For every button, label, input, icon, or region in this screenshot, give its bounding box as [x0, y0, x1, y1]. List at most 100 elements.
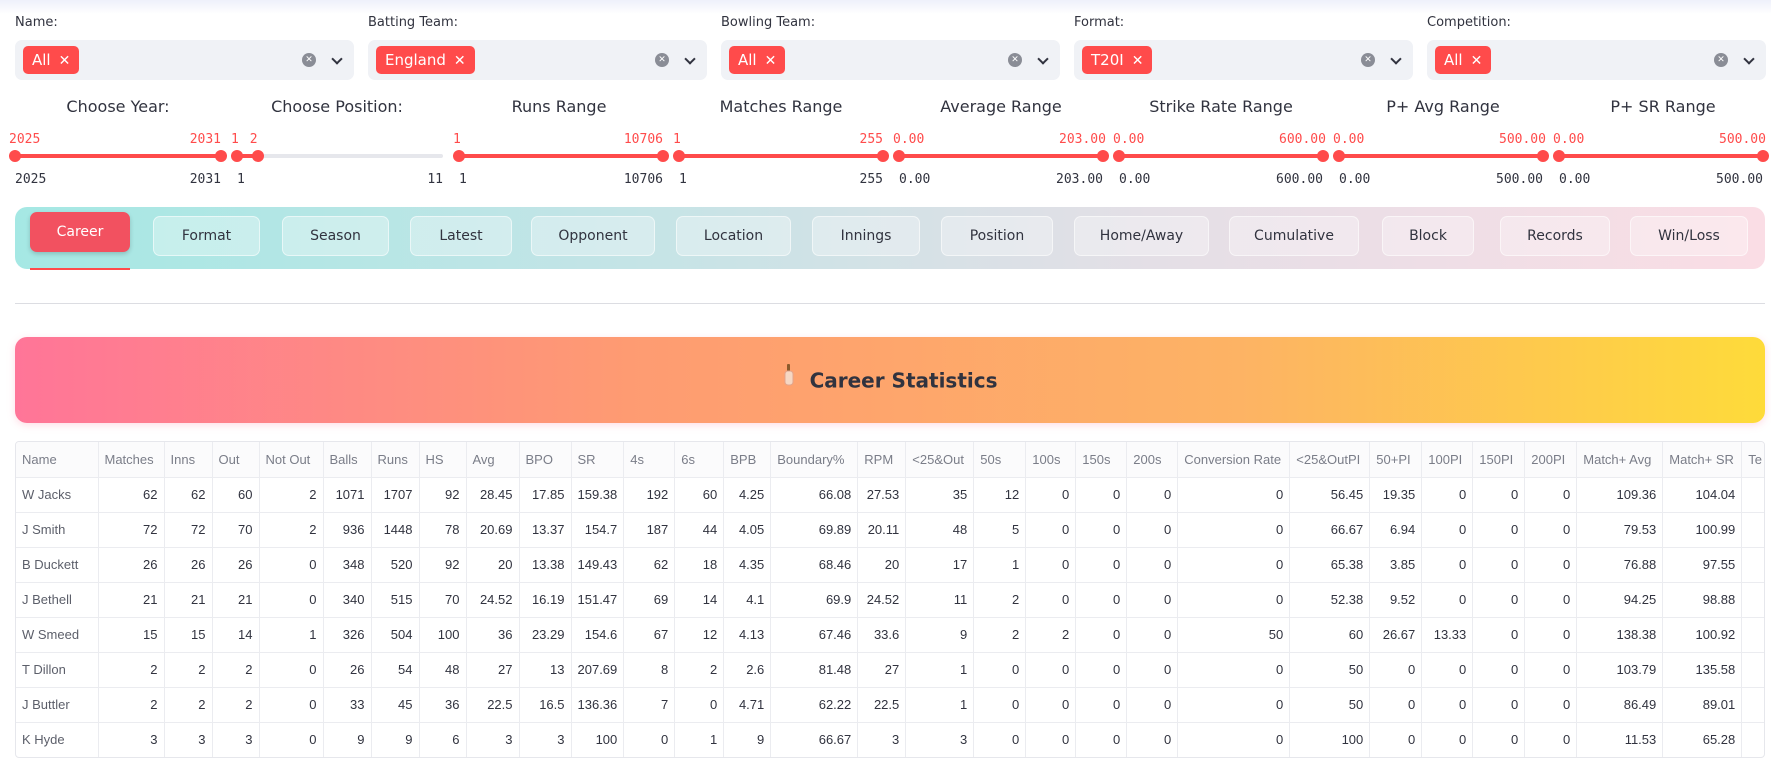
column-header[interactable]: Not Out — [259, 442, 324, 478]
table-row[interactable]: J Smith 72 72 70 2 936 1448 78 20.69 13.37 154.7 18… — [16, 512, 1764, 548]
table-cell: 9 — [723, 722, 772, 757]
bowling-team-multiselect[interactable]: All ✕ ✕ — [721, 40, 1060, 80]
column-header[interactable]: 150PI — [1472, 442, 1526, 478]
tab-cumulative[interactable]: Cumulative — [1229, 216, 1359, 256]
column-header[interactable]: BPB — [723, 442, 772, 478]
table-row[interactable]: J Bethell 21 21 21 0 340 515 70 24.52 16.19 151.47… — [16, 582, 1764, 618]
column-header[interactable]: Te — [1741, 442, 1764, 478]
table-cell: 2 — [259, 477, 324, 513]
slider-max-handle[interactable] — [877, 150, 889, 162]
clear-icon[interactable]: ✕ — [1361, 53, 1375, 67]
slider-track[interactable] — [237, 154, 443, 158]
tab-opponent[interactable]: Opponent — [531, 216, 655, 256]
tab-location[interactable]: Location — [676, 216, 791, 256]
column-header[interactable]: SR — [571, 442, 625, 478]
column-header[interactable]: Out — [212, 442, 260, 478]
table-row[interactable]: K Hyde 3 3 3 0 9 9 6 3 3 100 0 1 9 66.67 3 3 0 0 0 0 0 100 0 0 0 0… — [16, 722, 1764, 757]
column-header[interactable]: 50s — [973, 442, 1027, 478]
slider-min-handle[interactable] — [231, 150, 243, 162]
clear-icon[interactable]: ✕ — [1008, 53, 1022, 67]
tab-format[interactable]: Format — [153, 216, 260, 256]
tab-records[interactable]: Records — [1500, 216, 1610, 256]
table-cell: 326 — [323, 617, 372, 653]
tab-block[interactable]: Block — [1382, 216, 1474, 256]
table-row[interactable]: B Duckett 26 26 26 0 348 520 92 20 13.38 149.43 62 1… — [16, 547, 1764, 583]
table-cell: 2.6 — [723, 652, 772, 688]
slider-max-handle[interactable] — [251, 150, 264, 162]
column-header[interactable]: 4s — [623, 442, 676, 478]
remove-tag-icon[interactable]: ✕ — [59, 53, 71, 69]
column-header[interactable]: BPO — [519, 442, 572, 478]
slider-min-handle[interactable] — [1553, 150, 1565, 162]
slider-max-handle[interactable] — [657, 150, 669, 162]
slider-min-handle[interactable] — [893, 150, 905, 162]
tab-home-away[interactable]: Home/Away — [1074, 216, 1209, 256]
column-header[interactable]: Balls — [323, 442, 372, 478]
column-header[interactable]: <25&OutPI — [1289, 442, 1371, 478]
column-header[interactable]: Matches — [98, 442, 165, 478]
table-row[interactable]: W Smeed 15 15 14 1 326 504 100 36 23.29 154.6 67 12 4… — [16, 617, 1764, 653]
chevron-down-icon[interactable] — [1037, 53, 1049, 65]
column-header[interactable]: 200s — [1126, 442, 1179, 478]
remove-tag-icon[interactable]: ✕ — [1132, 53, 1144, 69]
career-stats-table[interactable]: Name Matches Inns Out Not Out Balls Runs HS Avg B… — [15, 441, 1765, 758]
tab-innings[interactable]: Innings — [812, 216, 920, 256]
chevron-down-icon[interactable] — [1390, 53, 1402, 65]
table-cell: 0 — [1421, 722, 1474, 757]
slider-min-handle[interactable] — [453, 150, 465, 162]
column-header[interactable]: 6s — [674, 442, 725, 478]
column-header[interactable]: Match+ Avg — [1576, 442, 1664, 478]
tab-win-loss[interactable]: Win/Loss — [1630, 216, 1748, 256]
slider-min-handle[interactable] — [1113, 150, 1125, 162]
column-header[interactable]: Inns — [164, 442, 213, 478]
column-header[interactable]: 200PI — [1524, 442, 1578, 478]
slider-max-handle[interactable] — [1097, 150, 1109, 162]
table-cell: 207.69 — [571, 652, 625, 688]
slider-max-handle[interactable] — [1537, 150, 1549, 162]
chevron-down-icon[interactable] — [1743, 53, 1755, 65]
column-header[interactable]: Boundary% — [770, 442, 859, 478]
tab-season[interactable]: Season — [282, 216, 389, 256]
table-row[interactable]: T Dillon 2 2 2 0 26 54 48 27 13 207.69 8 2 2.6 81.48 27… — [16, 652, 1764, 688]
table-cell: 16.5 — [519, 687, 572, 723]
chevron-down-icon[interactable] — [684, 53, 696, 65]
table-cell: 60 — [1289, 617, 1371, 653]
table-cell: 154.6 — [571, 617, 625, 653]
chevron-down-icon[interactable] — [331, 53, 343, 65]
slider-selected-min: 2025 — [9, 132, 41, 147]
remove-tag-icon[interactable]: ✕ — [1471, 53, 1483, 69]
tab-position[interactable]: Position — [941, 216, 1053, 256]
column-header[interactable]: 100s — [1025, 442, 1077, 478]
slider-min-handle[interactable] — [1333, 150, 1345, 162]
slider-min-handle[interactable] — [9, 150, 21, 162]
format-multiselect[interactable]: T20I ✕ ✕ — [1074, 40, 1413, 80]
batting-team-multiselect[interactable]: England ✕ ✕ — [368, 40, 707, 80]
column-header[interactable]: Name — [16, 442, 99, 478]
tab-career[interactable]: Career — [30, 212, 130, 252]
name-multiselect[interactable]: All ✕ ✕ — [15, 40, 354, 80]
clear-icon[interactable]: ✕ — [655, 53, 669, 67]
column-header[interactable]: Runs — [371, 442, 420, 478]
column-header[interactable]: HS — [419, 442, 467, 478]
column-header[interactable]: <25&Out — [905, 442, 975, 478]
slider-max-handle[interactable] — [215, 150, 227, 162]
slider-min-handle[interactable] — [673, 150, 685, 162]
tab-latest[interactable]: Latest — [410, 216, 512, 256]
remove-tag-icon[interactable]: ✕ — [765, 53, 777, 69]
column-header[interactable]: 100PI — [1421, 442, 1474, 478]
table-cell: 2 — [98, 687, 165, 723]
clear-icon[interactable]: ✕ — [1714, 53, 1728, 67]
column-header[interactable]: Match+ SR — [1662, 442, 1743, 478]
table-row[interactable]: J Buttler 2 2 2 0 33 45 36 22.5 16.5 136.36 7 0 4.71 6… — [16, 687, 1764, 723]
column-header[interactable]: Conversion Rate — [1177, 442, 1291, 478]
column-header[interactable]: Avg — [466, 442, 520, 478]
slider-max-handle[interactable] — [1317, 150, 1329, 162]
clear-icon[interactable]: ✕ — [302, 53, 316, 67]
column-header[interactable]: 50+PI — [1369, 442, 1423, 478]
slider-max-handle[interactable] — [1757, 150, 1769, 162]
table-row[interactable]: W Jacks 62 62 60 2 1071 1707 92 28.45 17.85 159.38… — [16, 477, 1764, 513]
competition-multiselect[interactable]: All ✕ ✕ — [1427, 40, 1766, 80]
remove-tag-icon[interactable]: ✕ — [454, 53, 466, 69]
column-header[interactable]: 150s — [1075, 442, 1128, 478]
column-header[interactable]: RPM — [857, 442, 907, 478]
